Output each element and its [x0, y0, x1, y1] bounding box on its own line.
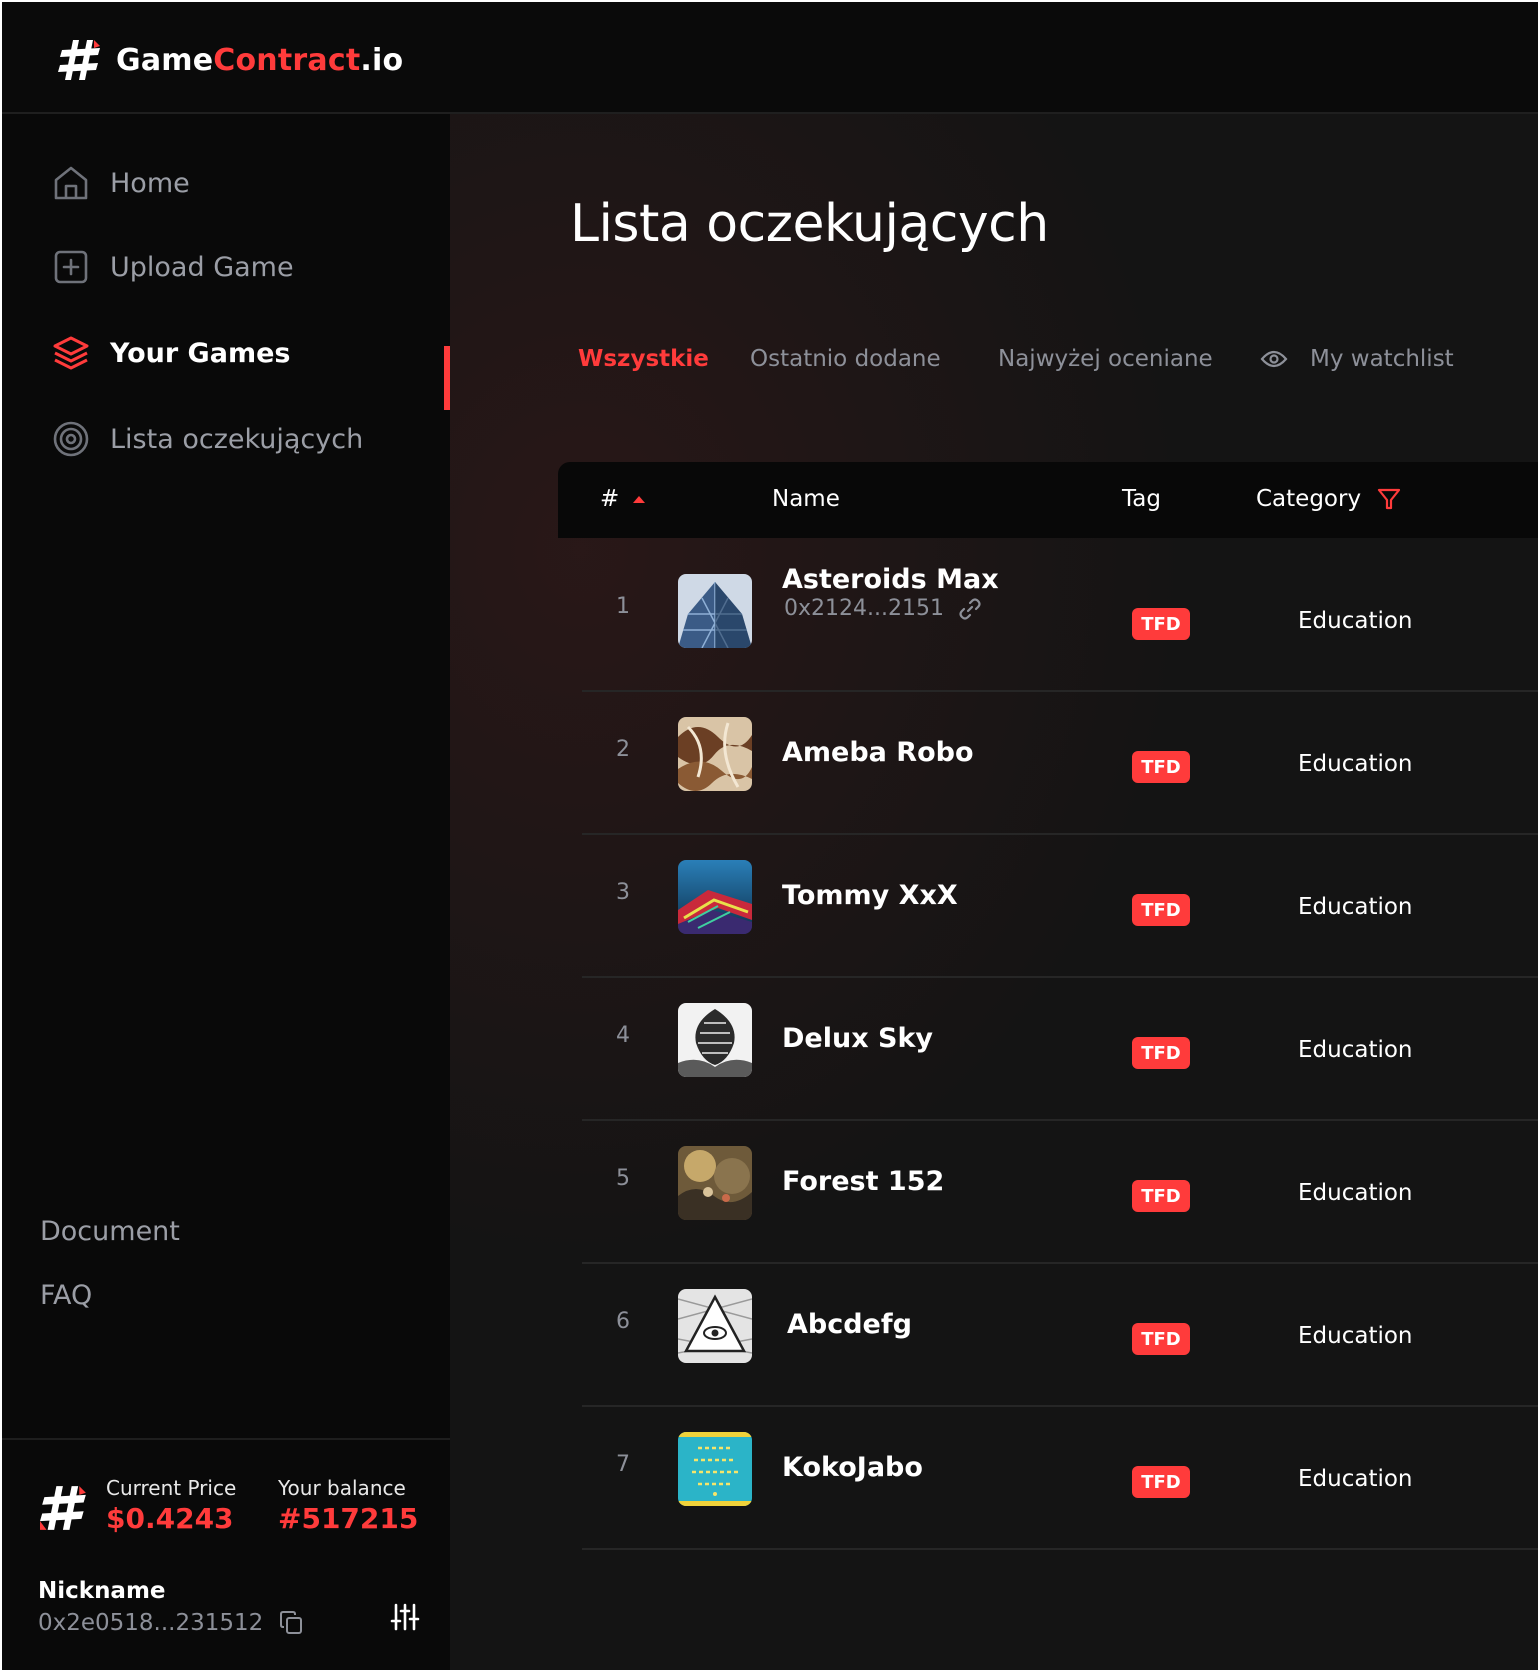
- column-header-label: #: [600, 486, 620, 512]
- game-name: Tommy XxX: [782, 880, 958, 911]
- row-number: 1: [616, 594, 630, 619]
- column-header-label: Category: [1256, 486, 1362, 512]
- table-row[interactable]: 7 KokoJabo TFD Education: [582, 1396, 1538, 1550]
- tag-badge: TFD: [1132, 608, 1190, 640]
- category-cell: Education: [1298, 894, 1413, 920]
- target-icon: [53, 421, 89, 457]
- category-cell: Education: [1298, 1180, 1413, 1206]
- current-price: Current Price $0.4243: [106, 1476, 236, 1535]
- game-name: Delux Sky: [782, 1023, 934, 1054]
- sidebar-item-label: Your Games: [110, 337, 291, 369]
- row-number: 5: [616, 1166, 630, 1191]
- sort-ascending-icon: [633, 496, 646, 503]
- table-row[interactable]: 3 Tommy XxX TFD Education: [582, 824, 1538, 978]
- tab-wszystkie[interactable]: Wszystkie: [578, 346, 709, 372]
- brand-name: GameContract.io: [116, 42, 404, 78]
- game-name: Forest 152: [782, 1166, 945, 1197]
- table-row[interactable]: 2 Ameba Robo TFD Education: [582, 681, 1538, 835]
- column-header-number[interactable]: #: [600, 486, 647, 512]
- table-row[interactable]: 5 Forest 152 TFD Education: [582, 1110, 1538, 1264]
- sidebar-item-label: Home: [110, 167, 190, 199]
- category-cell: Education: [1298, 1323, 1413, 1349]
- category-cell: Education: [1298, 1037, 1413, 1063]
- hash-coin-icon: [40, 1486, 86, 1530]
- sidebar: Home Upload Game Your Games Lista oczeku…: [2, 114, 450, 1438]
- table-row[interactable]: 1 Asteroids Max 0x2124...2151 TFD Educat…: [582, 538, 1538, 692]
- document-link[interactable]: Document: [40, 1216, 180, 1247]
- row-number: 6: [616, 1309, 630, 1334]
- sidebar-item-home[interactable]: Home: [52, 164, 190, 202]
- games-table: # Name Tag Category 1 Asteroids Max 0x21…: [558, 462, 1538, 1662]
- table-row[interactable]: 4 Delux Sky TFD Education: [582, 967, 1538, 1121]
- row-number: 4: [616, 1023, 630, 1048]
- game-thumbnail-image: [678, 717, 752, 791]
- game-thumbnail-image: [678, 574, 752, 648]
- tab-my-watchlist[interactable]: My watchlist: [1260, 346, 1454, 372]
- game-name: Abcdefg: [787, 1309, 912, 1340]
- tag-badge: TFD: [1132, 1180, 1190, 1212]
- game-address: 0x2124...2151: [784, 596, 982, 621]
- copy-icon[interactable]: [279, 1610, 305, 1636]
- your-balance: Your balance #517215: [278, 1476, 418, 1535]
- link-icon[interactable]: [958, 597, 982, 621]
- column-header-name[interactable]: Name: [772, 486, 840, 512]
- tag-badge: TFD: [1132, 1037, 1190, 1069]
- wallet-panel: Current Price $0.4243 Your balance #5172…: [2, 1438, 456, 1670]
- column-header-tag[interactable]: Tag: [1122, 486, 1161, 512]
- game-thumbnail-image: [678, 1289, 752, 1363]
- tab-label: My watchlist: [1310, 346, 1454, 372]
- row-number: 2: [616, 737, 630, 762]
- hash-logo-icon: [58, 40, 100, 80]
- sidebar-item-upload-game[interactable]: Upload Game: [52, 248, 294, 286]
- home-icon: [54, 166, 88, 200]
- wallet-address: 0x2e0518...231512: [38, 1610, 305, 1636]
- tab-najwyzej-oceniane[interactable]: Najwyżej oceniane: [998, 346, 1213, 372]
- layers-icon: [53, 336, 89, 370]
- table-header: # Name Tag Category: [558, 462, 1538, 538]
- tag-badge: TFD: [1132, 894, 1190, 926]
- top-bar: GameContract.io: [2, 2, 1538, 114]
- nickname: Nickname: [38, 1578, 166, 1604]
- row-number: 7: [616, 1452, 630, 1477]
- game-name: KokoJabo: [782, 1452, 923, 1483]
- balance-label: Your balance: [278, 1476, 406, 1500]
- page-title: Lista oczekujących: [570, 194, 1049, 254]
- column-header-category[interactable]: Category: [1256, 486, 1401, 512]
- settings-sliders-icon[interactable]: [390, 1602, 420, 1632]
- category-cell: Education: [1298, 751, 1413, 777]
- balance-value: #517215: [278, 1502, 419, 1535]
- main-content: Lista oczekujących Wszystkie Ostatnio do…: [450, 114, 1538, 1670]
- tab-ostatnio-dodane[interactable]: Ostatnio dodane: [750, 346, 941, 372]
- current-price-value: $0.4243: [106, 1502, 234, 1535]
- game-thumbnail-image: [678, 1432, 752, 1506]
- eye-icon: [1260, 350, 1288, 368]
- brand-logo[interactable]: GameContract.io: [58, 38, 403, 82]
- tag-badge: TFD: [1132, 751, 1190, 783]
- game-thumbnail-image: [678, 860, 752, 934]
- sidebar-item-your-games[interactable]: Your Games: [52, 334, 290, 372]
- sidebar-item-label: Upload Game: [110, 251, 294, 283]
- category-cell: Education: [1298, 1466, 1413, 1492]
- game-name: Asteroids Max: [782, 564, 999, 595]
- faq-link[interactable]: FAQ: [40, 1280, 92, 1311]
- sidebar-item-lista-oczekujacych[interactable]: Lista oczekujących: [52, 420, 363, 458]
- table-row[interactable]: 6 Abcdefg TFD Education: [582, 1253, 1538, 1407]
- current-price-label: Current Price: [106, 1476, 237, 1500]
- game-address-text: 0x2124...2151: [784, 596, 944, 621]
- app-window: GameContract.io Home Upload Game Your Ga…: [2, 2, 1538, 1670]
- sidebar-item-label: Lista oczekujących: [110, 423, 364, 455]
- filter-icon[interactable]: [1377, 487, 1401, 511]
- category-cell: Education: [1298, 608, 1413, 634]
- game-thumbnail-image: [678, 1146, 752, 1220]
- wallet-address-text: 0x2e0518...231512: [38, 1610, 264, 1636]
- tag-badge: TFD: [1132, 1323, 1190, 1355]
- tag-badge: TFD: [1132, 1466, 1190, 1498]
- game-thumbnail-image: [678, 1003, 752, 1077]
- plus-square-icon: [54, 250, 88, 284]
- game-name: Ameba Robo: [782, 737, 974, 768]
- row-number: 3: [616, 880, 630, 905]
